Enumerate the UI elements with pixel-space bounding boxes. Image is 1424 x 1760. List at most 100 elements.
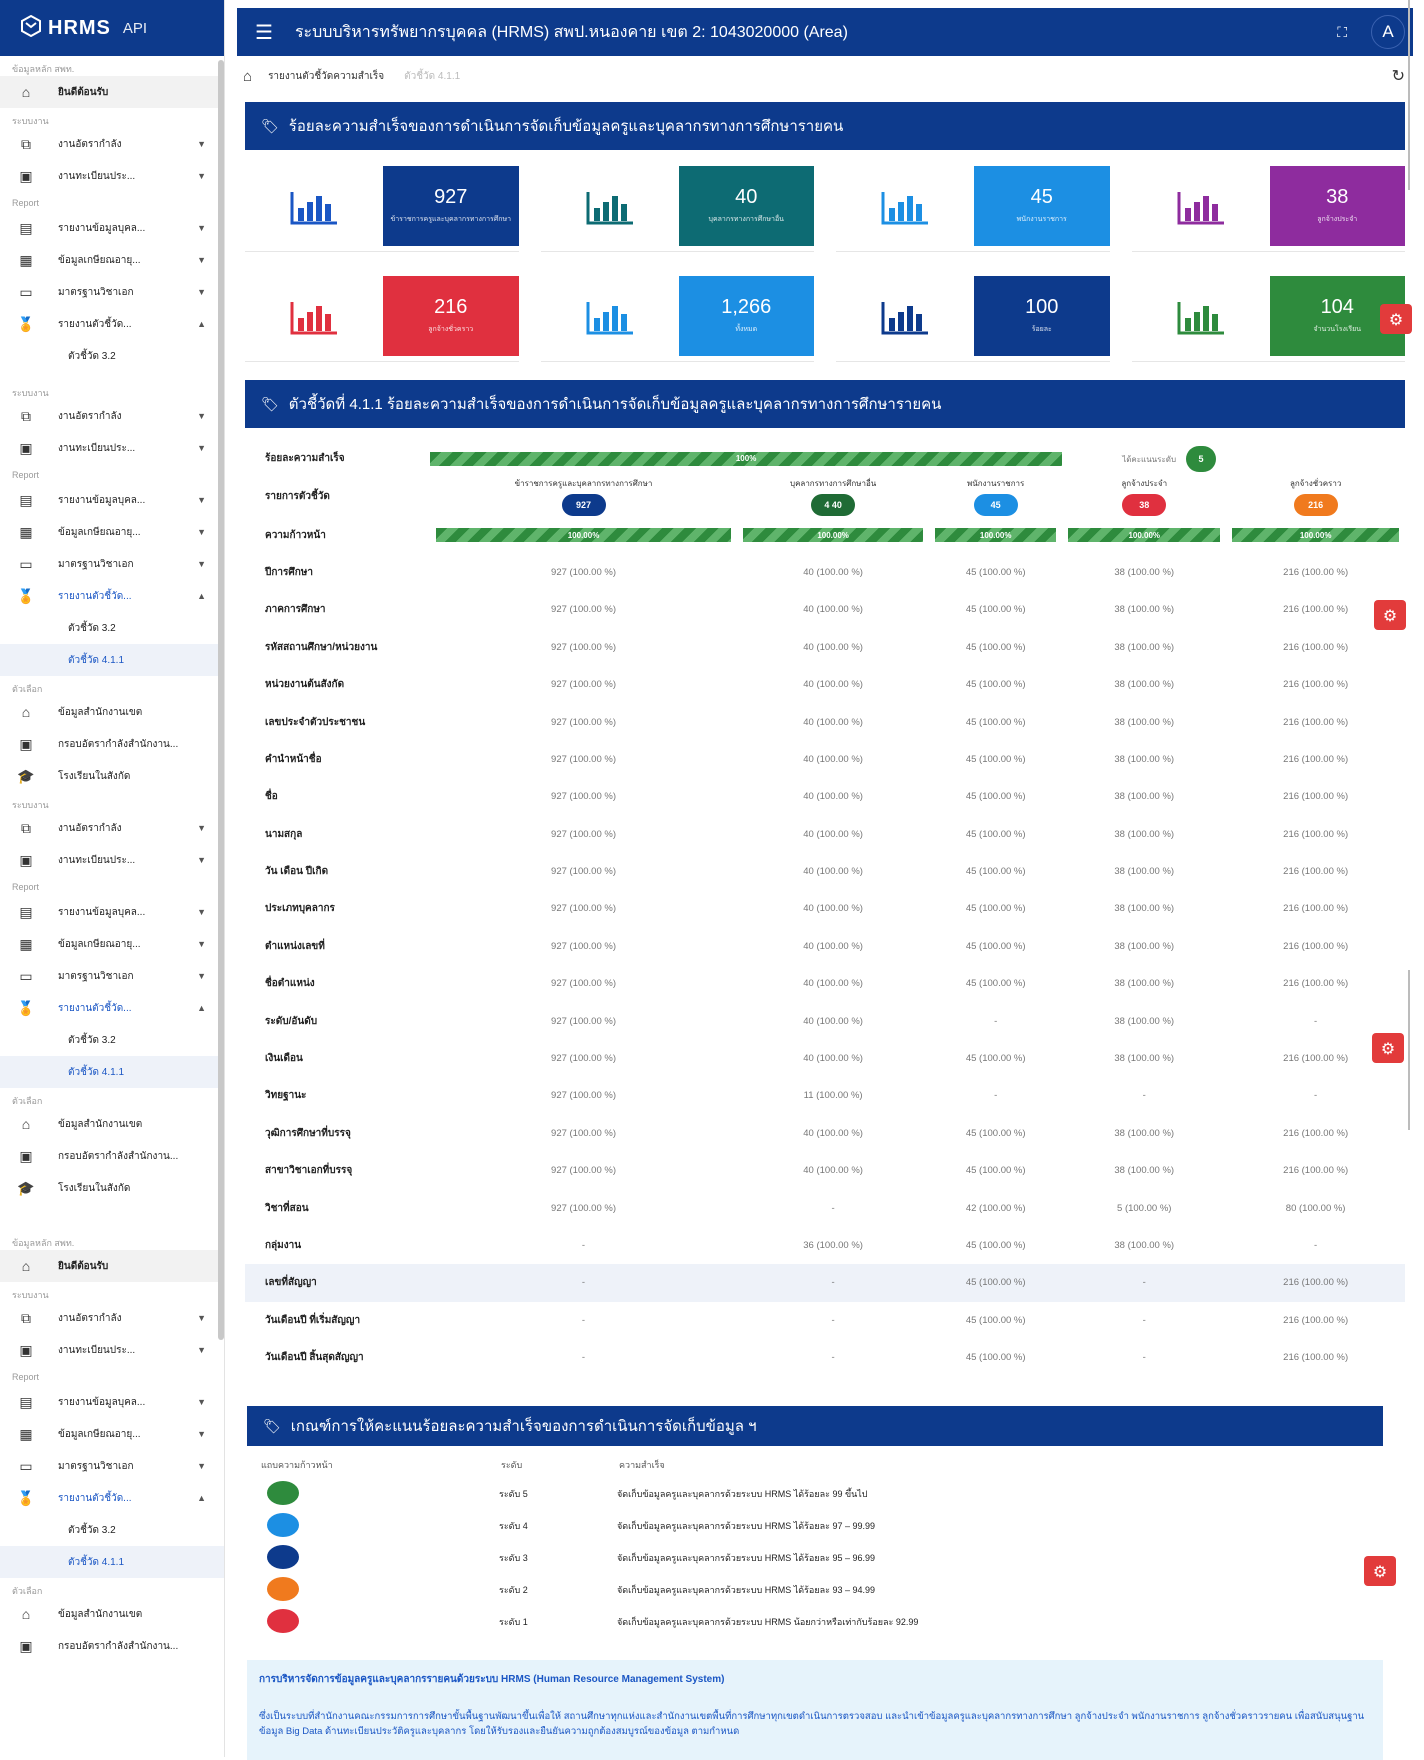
- sidebar-item-item_org[interactable]: ⧉ งานอัตรากำลัง ▼: [0, 812, 224, 844]
- sidebar-item-item_retire[interactable]: ▦ ข้อมูลเกษียณอายุ... ▼: [0, 244, 224, 276]
- fullscreen-icon[interactable]: ⛶: [1337, 24, 1347, 41]
- sidebar-item-item_retire[interactable]: ▦ ข้อมูลเกษียณอายุ... ▼: [0, 1418, 224, 1450]
- criteria-desc: จัดเก็บข้อมูลครูและบุคลากรด้วยระบบ HRMS …: [617, 1553, 875, 1564]
- table-cell: 38 (100.00 %): [1114, 641, 1175, 653]
- criteria-level: ระดับ 1: [499, 1617, 528, 1628]
- sidebar-item-label: ตัวชี้วัด 3.2: [68, 350, 116, 362]
- criteria-row: ระดับ 2 จัดเก็บข้อมูลครูและบุคลากรด้วยระบ…: [247, 1574, 1383, 1606]
- sidebar-item-item_kpi[interactable]: 🏅 รายงานตัวชี้วัด... ▲: [0, 1482, 224, 1514]
- sidebar-item-item_reg[interactable]: ▣ งานทะเบียนประ... ▼: [0, 844, 224, 876]
- table-cell: 80 (100.00 %): [1285, 1202, 1346, 1214]
- settings-gear-icon[interactable]: ⚙: [1372, 1033, 1404, 1063]
- table-cell: 927 (100.00 %): [551, 679, 616, 691]
- sidebar-item-item_school[interactable]: 🎓 โรงเรียนในสังกัด: [0, 1172, 224, 1204]
- sidebar-scrollbar[interactable]: [218, 60, 224, 1340]
- sidebar-item-item_kpi[interactable]: 🏅 รายงานตัวชี้วัด... ▲: [0, 580, 224, 612]
- sidebar-item-item_kpi[interactable]: 🏅 รายงานตัวชี้วัด... ▲: [0, 992, 224, 1024]
- sidebar-item-home[interactable]: ⌂ ยินดีต้อนรับ: [0, 76, 224, 108]
- sidebar-item-item_kpi[interactable]: 🏅 รายงานตัวชี้วัด... ▲: [0, 308, 224, 340]
- avatar[interactable]: A: [1371, 15, 1405, 49]
- sidebar-item-item_reg[interactable]: ▣ งานทะเบียนประ... ▼: [0, 160, 224, 192]
- column-count-badge[interactable]: 45: [973, 494, 1018, 517]
- home-icon[interactable]: ⌂: [243, 68, 252, 85]
- sidebar-item-item_retire[interactable]: ▦ ข้อมูลเกษียณอายุ... ▼: [0, 516, 224, 548]
- app-logo-text[interactable]: HRMS: [48, 17, 111, 40]
- sidebar-item-item_retire[interactable]: ▦ ข้อมูลเกษียณอายุ... ▼: [0, 928, 224, 960]
- column-count-badge[interactable]: 216: [1293, 494, 1338, 517]
- sidebar-item-sub411[interactable]: ตัวชี้วัด 4.1.1: [0, 1546, 224, 1578]
- sidebar-item-item_std[interactable]: ▭ มาตรฐานวิชาเอก ▼: [0, 1450, 224, 1482]
- stat-card[interactable]: 104 จำนวนโรงเรียน: [1131, 274, 1405, 362]
- table-cell: 40 (100.00 %): [803, 679, 863, 691]
- table-cell: -: [581, 1314, 586, 1326]
- criteria-row: ระดับ 5 จัดเก็บข้อมูลครูและบุคลากรด้วยระบ…: [247, 1478, 1383, 1510]
- column-count-badge[interactable]: 4 40: [811, 494, 856, 517]
- sidebar-item-item_org[interactable]: ⧉ งานอัตรากำลัง ▼: [0, 400, 224, 432]
- sidebar-item-sub411[interactable]: ตัวชี้วัด 4.1.1: [0, 644, 224, 676]
- stat-box: 45 พนักงานราชการ: [974, 166, 1110, 246]
- settings-gear-icon[interactable]: ⚙: [1374, 600, 1406, 630]
- sidebar-item-item_rep[interactable]: ▤ รายงานข้อมูลบุคล... ▼: [0, 484, 224, 516]
- refresh-icon[interactable]: ↻: [1392, 66, 1405, 86]
- page-scrollbar[interactable]: [1408, 970, 1410, 1130]
- table-row: ชื่อตำแหน่ง 927 (100.00 %) 40 (100.00 %) 45…: [245, 965, 1405, 1002]
- sidebar-item-item_rep[interactable]: ▤ รายงานข้อมูลบุคล... ▼: [0, 1386, 224, 1418]
- sidebar-item-item_rep[interactable]: ▤ รายงานข้อมูลบุคล... ▼: [0, 212, 224, 244]
- office-icon: ⌂: [21, 704, 31, 720]
- stat-label: ทั้งหมด: [735, 326, 758, 333]
- sidebar-item-sub32[interactable]: ตัวชี้วัด 3.2: [0, 1514, 224, 1546]
- menu-icon[interactable]: ☰: [255, 20, 273, 45]
- sidebar-item-home[interactable]: ⌂ ยินดีต้อนรับ: [0, 1250, 224, 1282]
- sidebar-item-item_frame[interactable]: ▣ กรอบอัตรากำลังสำนักงาน...: [0, 1630, 224, 1662]
- breadcrumb-current[interactable]: รายงานตัวชี้วัดความสำเร็จ: [268, 69, 384, 84]
- sidebar-item-label: งานอัตรากำลัง: [58, 138, 122, 150]
- column-count-badge[interactable]: 927: [561, 494, 606, 517]
- id-card-icon: ▣: [19, 1341, 33, 1358]
- report-icon: ▤: [19, 219, 33, 236]
- stat-value: 216: [434, 296, 468, 318]
- sidebar-item-item_office[interactable]: ⌂ ข้อมูลสำนักงานเขต: [0, 1598, 224, 1630]
- sidebar-item-item_frame[interactable]: ▣ กรอบอัตรากำลังสำนักงาน...: [0, 1140, 224, 1172]
- sidebar-item-sub411[interactable]: ตัวชี้วัด 4.1.1: [0, 1056, 224, 1088]
- sidebar-item-item_office[interactable]: ⌂ ข้อมูลสำนักงานเขต: [0, 1108, 224, 1140]
- sidebar-item-item_std[interactable]: ▭ มาตรฐานวิชาเอก ▼: [0, 960, 224, 992]
- sidebar-item-item_reg[interactable]: ▣ งานทะเบียนประ... ▼: [0, 1334, 224, 1366]
- stat-card[interactable]: 216 ลูกจ้างชั่วคราว: [245, 274, 519, 362]
- sidebar-item-sub32[interactable]: ตัวชี้วัด 3.2: [0, 1024, 224, 1056]
- bar-chart-icon: [541, 164, 679, 251]
- sidebar-item-item_org[interactable]: ⧉ งานอัตรากำลัง ▼: [0, 1302, 224, 1334]
- sidebar-item-item_org[interactable]: ⧉ งานอัตรากำลัง ▼: [0, 128, 224, 160]
- stat-card[interactable]: 1,266 ทั้งหมด: [540, 274, 814, 362]
- table-row: หน่วยงานต้นสังกัด 927 (100.00 %) 40 (100.0…: [245, 666, 1405, 703]
- sidebar-item-label: ข้อมูลเกษียณอายุ...: [58, 1428, 141, 1440]
- table-cell: -: [831, 1314, 835, 1326]
- success-bar-cell: 100%: [430, 440, 1063, 477]
- sidebar-item-item_office[interactable]: ⌂ ข้อมูลสำนักงานเขต: [0, 696, 224, 728]
- table-cell: 38 (100.00 %): [1114, 791, 1175, 803]
- sidebar-item-label: ข้อมูลสำนักงานเขต: [58, 1608, 143, 1620]
- tag-icon: 🏷: [261, 395, 279, 412]
- column-name: ข้าราชการครูและบุคลากรทางการศึกษา: [514, 479, 653, 489]
- sidebar-item-item_reg[interactable]: ▣ งานทะเบียนประ... ▼: [0, 432, 224, 464]
- sidebar-item-item_rep[interactable]: ▤ รายงานข้อมูลบุคล... ▼: [0, 896, 224, 928]
- settings-gear-icon[interactable]: ⚙: [1364, 1556, 1396, 1586]
- stat-card[interactable]: 40 บุคลากรทางการศึกษาอื่น: [540, 164, 814, 252]
- sidebar-item-item_frame[interactable]: ▣ กรอบอัตรากำลังสำนักงาน...: [0, 728, 224, 760]
- sidebar-item-sub32[interactable]: ตัวชี้วัด 3.2: [0, 612, 224, 644]
- criteria-row: ระดับ 4 จัดเก็บข้อมูลครูและบุคลากรด้วยระบ…: [247, 1510, 1383, 1542]
- sidebar-item-item_school[interactable]: 🎓 โรงเรียนในสังกัด: [0, 760, 224, 792]
- row-label: วุฒิการศึกษาที่บรรจุ: [265, 1127, 351, 1139]
- page-scrollbar[interactable]: [1408, 0, 1410, 190]
- table-cell: 927 (100.00 %): [551, 828, 616, 840]
- settings-gear-icon[interactable]: ⚙: [1380, 304, 1412, 334]
- stat-card[interactable]: 45 พนักงานราชการ: [836, 164, 1110, 252]
- sidebar-item-item_std[interactable]: ▭ มาตรฐานวิชาเอก ▼: [0, 276, 224, 308]
- stat-card[interactable]: 100 ร้อยละ: [836, 274, 1110, 362]
- stat-card[interactable]: 927 ข้าราชการครูและบุคลากรทางการศึกษา: [245, 164, 519, 252]
- sidebar-item-sub32[interactable]: ตัวชี้วัด 3.2: [0, 340, 224, 372]
- sidebar-item-item_std[interactable]: ▭ มาตรฐานวิชาเอก ▼: [0, 548, 224, 580]
- row-label: ภาคการศึกษา: [265, 604, 326, 616]
- column-count-badge[interactable]: 38: [1122, 494, 1167, 517]
- stat-card[interactable]: 38 ลูกจ้างประจำ: [1131, 164, 1405, 252]
- table-cell: 38 (100.00 %): [1114, 566, 1175, 578]
